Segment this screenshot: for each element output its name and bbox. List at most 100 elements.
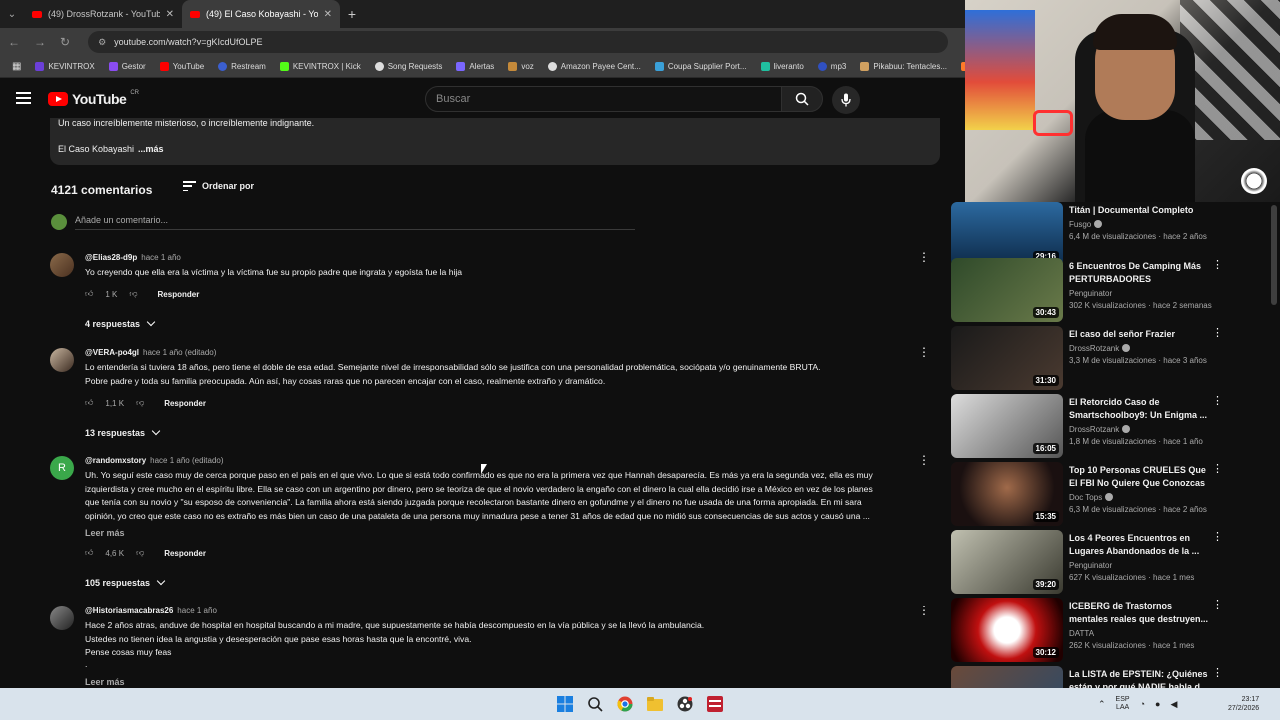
bookmark-item[interactable]: Alertas [456, 62, 494, 71]
address-bar[interactable]: ⚙ youtube.com/watch?v=gKIcdUfOLPE [88, 31, 949, 53]
bookmark-item[interactable]: KEVINTROX [35, 62, 95, 71]
video-title[interactable]: 6 Encuentros De Camping Más PERTURBADORE… [1069, 260, 1209, 286]
video-thumbnail[interactable] [951, 666, 1063, 688]
view-replies-button[interactable]: 105 respuestas [85, 576, 166, 588]
avatar[interactable] [50, 348, 74, 372]
sidebar-scrollbar[interactable] [1271, 205, 1277, 305]
dislike-icon[interactable]: 👎︎ [136, 398, 144, 408]
search-input[interactable]: Buscar [425, 86, 782, 112]
bookmark-item[interactable]: KEVINTROX | Kick [279, 62, 361, 71]
like-icon[interactable]: 👍︎ [85, 289, 93, 299]
forward-icon[interactable]: → [34, 35, 46, 49]
microphone-icon[interactable]: ● [1155, 699, 1160, 709]
video-title[interactable]: Los 4 Peores Encuentros en Lugares Aband… [1069, 532, 1209, 558]
video-thumbnail[interactable]: 16:05 [951, 394, 1063, 458]
bookmark-item[interactable]: Amazon Payee Cent... [547, 62, 641, 71]
comment-time[interactable]: hace 1 año [177, 606, 217, 615]
channel-name[interactable]: Doc Tops [1069, 493, 1209, 502]
video-thumbnail[interactable]: 31:30 [951, 326, 1063, 390]
apps-grid-icon[interactable]: ▦ [12, 61, 21, 72]
video-title[interactable]: La LISTA de EPSTEIN: ¿Quiénes están y po… [1069, 668, 1209, 688]
video-title[interactable]: El Retorcido Caso de Smartschoolboy9: Un… [1069, 396, 1209, 422]
obs-icon[interactable] [675, 694, 695, 714]
tab-search-icon[interactable]: ⌄ [0, 0, 24, 28]
comment-time[interactable]: hace 1 año (editado) [143, 348, 216, 357]
bookmark-item[interactable]: YouTube [159, 62, 204, 71]
show-more-link[interactable]: ...más [138, 144, 164, 154]
channel-name[interactable]: DrossRotzank [1069, 344, 1209, 353]
close-tab-icon[interactable]: ✕ [324, 9, 332, 20]
recommended-video[interactable]: 16:05 El Retorcido Caso de Smartschoolbo… [951, 394, 1271, 458]
back-icon[interactable]: ← [8, 35, 20, 49]
comment-author[interactable]: @randomxstory [85, 456, 146, 465]
search-icon[interactable] [585, 694, 605, 714]
video-title[interactable]: ICEBERG de Trastornos mentales reales qu… [1069, 600, 1209, 626]
more-actions-icon[interactable]: ⋮ [918, 454, 930, 466]
bookmark-item[interactable]: mp3 [817, 62, 846, 71]
recommended-video[interactable]: 39:20 Los 4 Peores Encuentros en Lugares… [951, 530, 1271, 594]
voice-search-button[interactable] [832, 86, 860, 114]
channel-name[interactable]: Fusgo [1069, 220, 1209, 229]
video-thumbnail[interactable]: 30:12 [951, 598, 1063, 662]
recommended-video[interactable]: 29:16 Titán | Documental Completo Fusgo 6,… [951, 202, 1271, 266]
recommended-video[interactable]: 15:35 Top 10 Personas CRUELES Que El FBI… [951, 462, 1271, 526]
bookmark-item[interactable]: Song Requests [374, 62, 442, 71]
browser-tab-kobayashi[interactable]: (49) El Caso Kobayashi - YouTub ✕ [182, 0, 340, 28]
more-actions-icon[interactable]: ⋮ [1212, 260, 1223, 271]
youtube-logo[interactable]: YouTube CR [48, 90, 139, 107]
bookmark-item[interactable]: Gestor [108, 62, 146, 71]
more-actions-icon[interactable]: ⋮ [1212, 396, 1223, 407]
channel-name[interactable]: DrossRotzank [1069, 425, 1209, 434]
more-actions-icon[interactable]: ⋮ [1212, 532, 1223, 543]
more-actions-icon[interactable]: ⋮ [918, 606, 930, 616]
system-clock[interactable]: 23:17 27/2/2026 [1228, 695, 1259, 713]
like-icon[interactable]: 👍︎ [85, 398, 93, 408]
bookmark-item[interactable]: Pikabuu: Tentacles... [860, 62, 947, 71]
video-description[interactable]: Un caso increíblemente misterioso, o inc… [50, 118, 940, 165]
recommended-video[interactable]: 31:30 El caso del señor Frazier DrossRotz… [951, 326, 1271, 390]
recommended-video[interactable]: 30:12 ICEBERG de Trastornos mentales rea… [951, 598, 1271, 662]
comment-time[interactable]: hace 1 año (editado) [150, 456, 223, 465]
bookmark-item[interactable]: Restream [218, 62, 266, 71]
search-button[interactable] [781, 86, 823, 112]
like-icon[interactable]: 👍︎ [85, 548, 93, 558]
channel-name[interactable]: DATTA [1069, 629, 1209, 638]
network-icon[interactable]: ◔ [1140, 699, 1145, 709]
video-thumbnail[interactable]: 30:43 [951, 258, 1063, 322]
chevron-up-icon[interactable]: ⌃ [1098, 699, 1106, 710]
site-info-icon[interactable]: ⚙ [98, 37, 106, 48]
video-thumbnail[interactable]: 15:35 [951, 462, 1063, 526]
comment-author[interactable]: @VERA-po4gl [85, 348, 139, 357]
avatar[interactable] [50, 253, 74, 277]
video-title[interactable]: Top 10 Personas CRUELES Que El FBI No Qu… [1069, 464, 1209, 490]
more-actions-icon[interactable]: ⋮ [918, 346, 930, 358]
close-tab-icon[interactable]: ✕ [166, 9, 174, 20]
read-more-link[interactable]: Leer más [85, 677, 125, 687]
channel-name[interactable]: Penguinator [1069, 289, 1209, 298]
recommended-video[interactable]: La LISTA de EPSTEIN: ¿Quiénes están y po… [951, 666, 1271, 688]
bookmark-item[interactable]: liveranto [760, 62, 804, 71]
chrome-icon[interactable] [615, 694, 635, 714]
volume-icon[interactable]: ◀ [1170, 699, 1177, 710]
avatar[interactable]: R [50, 456, 74, 480]
menu-icon[interactable] [16, 92, 31, 104]
reply-button[interactable]: Responder [158, 290, 200, 299]
read-more-link[interactable]: Leer más [85, 528, 125, 538]
comment-author[interactable]: @Elias28-d9p [85, 253, 137, 262]
dislike-icon[interactable]: 👎︎ [136, 548, 144, 558]
new-tab-button[interactable]: + [340, 0, 364, 28]
language-indicator[interactable]: ESP LAA [1116, 696, 1130, 712]
comment-author[interactable]: @Historiasmacabras26 [85, 606, 173, 615]
file-explorer-icon[interactable] [645, 694, 665, 714]
recommended-video[interactable]: 30:43 6 Encuentros De Camping Más PERTUR… [951, 258, 1271, 322]
video-title[interactable]: El caso del señor Frazier [1069, 328, 1209, 341]
view-replies-button[interactable]: 13 respuestas [85, 426, 161, 438]
more-actions-icon[interactable]: ⋮ [1212, 668, 1223, 679]
more-actions-icon[interactable]: ⋮ [918, 251, 930, 263]
more-actions-icon[interactable]: ⋮ [1212, 600, 1223, 611]
windows-start-icon[interactable] [555, 694, 575, 714]
bookmark-item[interactable]: Coupa Supplier Port... [654, 62, 747, 71]
more-actions-icon[interactable]: ⋮ [1212, 464, 1223, 475]
add-comment-input[interactable]: Añade un comentario... [75, 215, 635, 230]
channel-name[interactable]: Penguinator [1069, 561, 1209, 570]
